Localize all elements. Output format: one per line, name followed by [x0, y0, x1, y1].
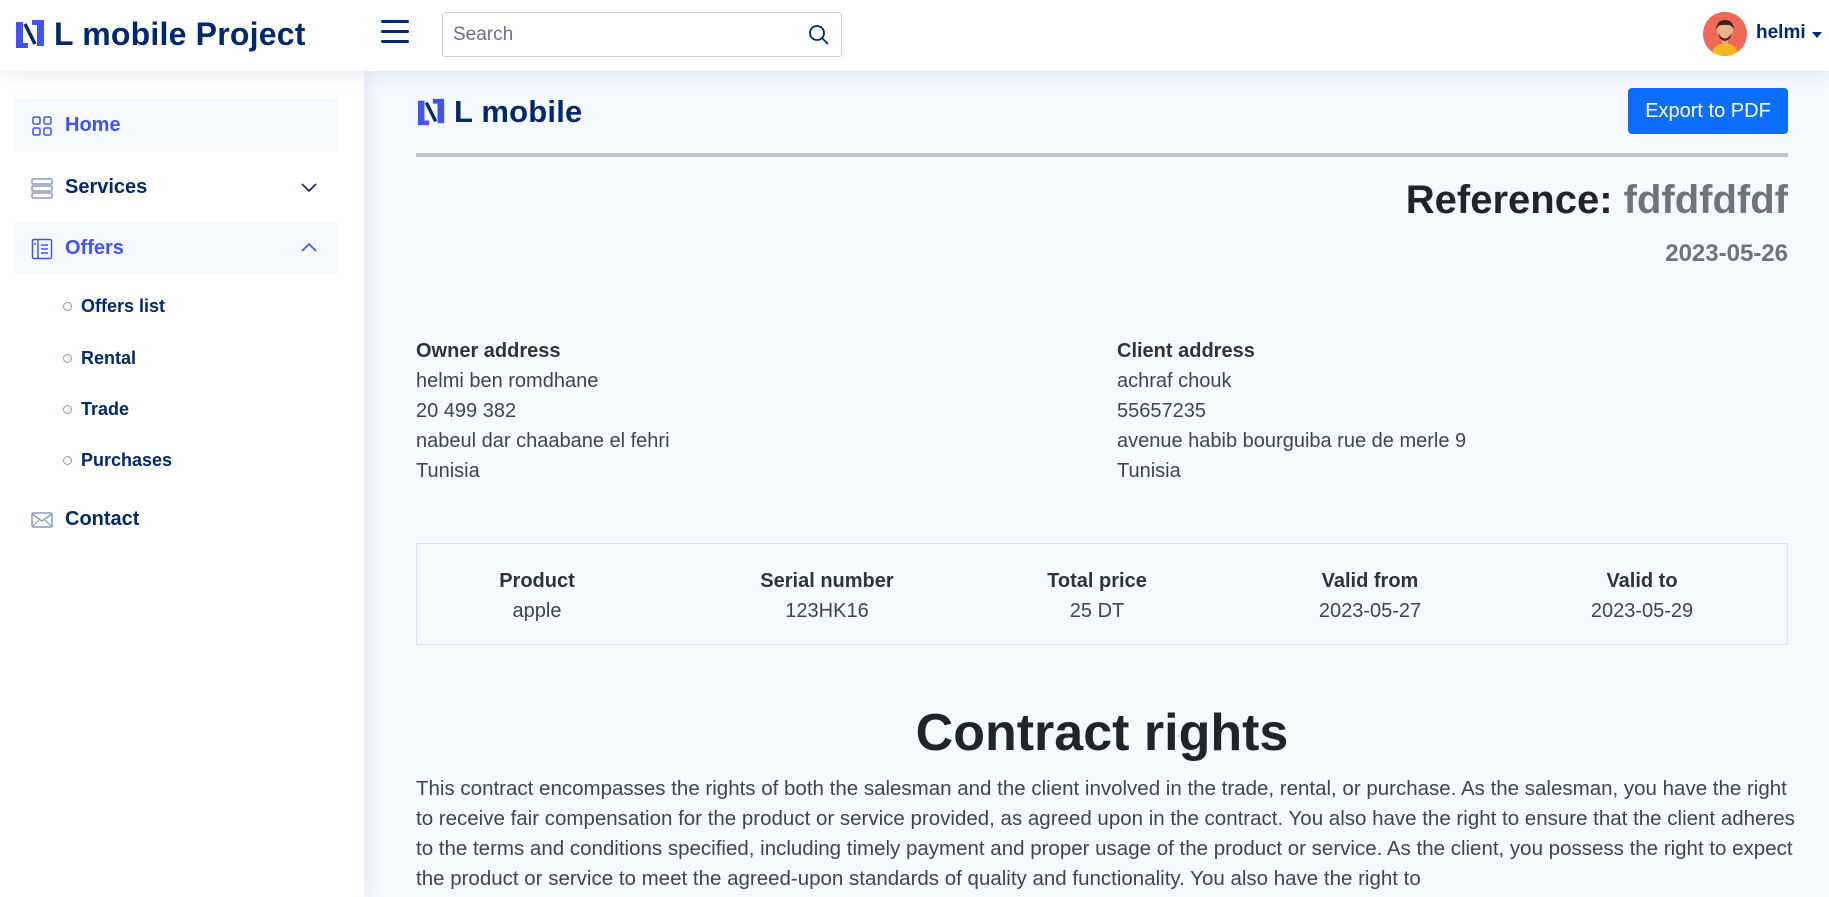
- table-column-total-price: Total price 25 DT: [1017, 566, 1177, 626]
- search-input[interactable]: [443, 13, 793, 56]
- sidebar-subitem-rental[interactable]: Rental: [63, 343, 136, 373]
- owner-country: Tunisia: [416, 460, 480, 482]
- sidebar-subitem-trade[interactable]: Trade: [63, 394, 129, 424]
- sidebar: Home Services Offers Offers list Rental …: [0, 71, 364, 897]
- logo-mark-icon: [16, 20, 44, 48]
- table-column-valid-from: Valid from 2023-05-27: [1290, 566, 1450, 626]
- table-column-valid-to: Valid to 2023-05-29: [1562, 566, 1722, 626]
- table-header-cell: Product: [499, 570, 575, 592]
- top-header: L mobile Project helmi: [0, 0, 1829, 71]
- search-icon[interactable]: [807, 23, 831, 47]
- user-name[interactable]: helmi: [1756, 22, 1806, 44]
- divider: [416, 153, 1788, 157]
- reference-value: fdfdfdfdf: [1623, 178, 1788, 222]
- grid-icon: [32, 116, 52, 136]
- owner-phone: 20 499 382: [416, 400, 517, 422]
- user-avatar-icon: [1703, 12, 1747, 56]
- table-cell: 2023-05-27: [1318, 600, 1422, 622]
- table-column-product: Product apple: [467, 566, 607, 626]
- contract-rights-text: This contract encompasses the rights of …: [416, 777, 1795, 890]
- menu-toggle-icon[interactable]: [381, 20, 411, 46]
- search-bar: [442, 12, 842, 57]
- main-content: L mobile Export to PDF Reference: fdfdfd…: [364, 71, 1829, 897]
- sidebar-subitem-label: Offers list: [81, 295, 166, 316]
- sidebar-subitem-label: Trade: [81, 398, 130, 419]
- logo-mark-icon: [417, 98, 445, 126]
- chevron-down-icon[interactable]: [1812, 32, 1822, 38]
- table-cell: 2023-05-29: [1590, 600, 1694, 622]
- sidebar-item-label: Home: [65, 113, 121, 136]
- server-icon: [31, 178, 53, 199]
- envelope-icon: [31, 512, 53, 528]
- sidebar-subitem-offers-list[interactable]: Offers list: [63, 291, 165, 321]
- chevron-down-icon[interactable]: [300, 178, 318, 196]
- owner-name: helmi ben romdhane: [416, 370, 599, 392]
- circle-icon: [63, 353, 72, 363]
- circle-icon: [63, 404, 72, 414]
- circle-icon: [63, 455, 72, 465]
- table-cell: apple: [512, 600, 562, 622]
- client-address: Client address achraf chouk 55657235 ave…: [1117, 336, 1466, 486]
- document-logo-text: L mobile: [454, 94, 583, 129]
- document-logo: L mobile: [416, 95, 583, 129]
- layout-text-icon: [31, 238, 53, 260]
- table-header-cell: Serial number: [760, 570, 894, 592]
- owner-street: nabeul dar chaabane el fehri: [416, 430, 670, 452]
- sidebar-item-label: Contact: [65, 507, 140, 530]
- table-cell: 123HK16: [785, 600, 869, 622]
- owner-address: Owner address helmi ben romdhane 20 499 …: [416, 336, 670, 486]
- circle-icon: [63, 301, 72, 311]
- reference-heading: Reference: fdfdfdfdf: [1406, 178, 1788, 223]
- sidebar-item-contact[interactable]: Contact: [14, 492, 338, 546]
- chevron-up-icon[interactable]: [300, 239, 318, 257]
- offer-details-table: Product apple Serial number 123HK16 Tota…: [416, 543, 1788, 645]
- table-header-cell: Total price: [1047, 570, 1147, 592]
- table-cell: 25 DT: [1069, 600, 1125, 622]
- app-title: L mobile Project: [54, 16, 306, 52]
- client-name: achraf chouk: [1117, 370, 1232, 392]
- sidebar-item-label: Services: [65, 175, 148, 198]
- document-date: 2023-05-26: [1665, 240, 1788, 267]
- client-street: avenue habib bourguiba rue de merle 9: [1117, 430, 1467, 452]
- sidebar-subitem-purchases[interactable]: Purchases: [63, 445, 172, 475]
- client-phone: 55657235: [1117, 400, 1206, 422]
- table-column-serial-number: Serial number 123HK16: [737, 566, 917, 626]
- reference-label: Reference:: [1405, 178, 1613, 222]
- sidebar-item-services[interactable]: Services: [14, 160, 338, 214]
- avatar[interactable]: [1703, 12, 1747, 56]
- owner-address-heading: Owner address: [416, 340, 561, 362]
- sidebar-subitem-label: Rental: [81, 347, 137, 368]
- contract-rights-title: Contract rights: [915, 704, 1289, 762]
- sidebar-item-offers[interactable]: Offers: [14, 221, 338, 275]
- sidebar-item-home[interactable]: Home: [14, 98, 338, 152]
- table-header-cell: Valid to: [1606, 570, 1678, 592]
- client-country: Tunisia: [1117, 460, 1181, 482]
- sidebar-subitem-label: Purchases: [81, 449, 173, 470]
- export-pdf-button[interactable]: Export to PDF: [1628, 88, 1788, 134]
- table-header-cell: Valid from: [1321, 570, 1419, 592]
- sidebar-item-label: Offers: [65, 236, 124, 259]
- app-logo[interactable]: L mobile Project: [14, 17, 306, 51]
- client-address-heading: Client address: [1117, 340, 1255, 362]
